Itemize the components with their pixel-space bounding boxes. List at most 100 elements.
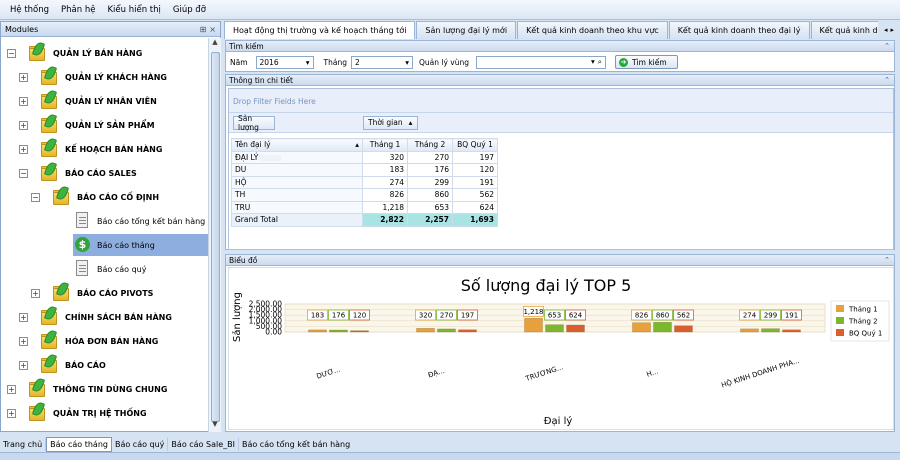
tree-node[interactable]: BÁO CÁO PIVOTS (53, 280, 153, 304)
tab-right-icon[interactable]: ▸ (891, 26, 895, 34)
tree-node[interactable]: BÁO CÁO CỐ ĐỊNH (53, 184, 159, 208)
data-label: 653 (548, 312, 561, 320)
bar (782, 329, 801, 333)
search-button[interactable]: ➜ Tìm kiếm (614, 55, 678, 69)
folder-icon (53, 280, 71, 302)
bar (653, 322, 672, 333)
expand-icon[interactable]: + (19, 361, 28, 370)
collapse-icon[interactable]: ⌃ (884, 256, 894, 264)
expand-icon[interactable]: + (19, 97, 28, 106)
legend-swatch (836, 317, 844, 324)
tab-results-by-region[interactable]: Kết quả kinh doanh theo khu vực (517, 21, 668, 39)
table-row[interactable]: HỘ 274 299 191 (231, 175, 498, 189)
year-select[interactable]: 2016 ▾ (255, 55, 314, 69)
doc-tab-quarterly-report[interactable]: Báo cáo quý (112, 437, 169, 451)
tree-scrollbar[interactable]: ▲ ▼ (208, 38, 221, 432)
doc-tab-sale-bi[interactable]: Báo cáo Sale_BI (168, 437, 239, 451)
data-field-button[interactable]: Sản lượng (233, 114, 275, 132)
tree-node[interactable]: Báo cáo tổng kết bán hàng (73, 210, 205, 232)
search-icon[interactable]: ⌕ (598, 57, 602, 67)
tab-market-activity[interactable]: Hoạt động thị trường và kế hoạch tháng t… (224, 21, 416, 39)
close-icon[interactable]: × (209, 25, 216, 34)
grand-total-label: Grand Total (231, 213, 363, 227)
dropdown-icon[interactable]: ▾ (591, 57, 595, 67)
chart-group: Biểu đồ ⌃ Số lượng đại lý TOP 5 2,500.00… (225, 254, 895, 432)
folder-icon (41, 352, 59, 374)
legend-label: Tháng 2 (848, 318, 878, 326)
folder-icon (41, 160, 59, 182)
menu-help[interactable]: Giúp đỡ (167, 5, 212, 15)
tab-results-by-agent[interactable]: Kết quả kinh doanh theo đại lý (668, 21, 810, 39)
agent-name: TH (235, 190, 246, 200)
data-label: 299 (764, 312, 777, 320)
table-row[interactable]: TRU 1,218 653 624 (231, 200, 498, 214)
expand-icon[interactable]: + (7, 409, 16, 418)
bar (761, 328, 780, 333)
tree-node[interactable]: $ Báo cáo tháng (73, 234, 208, 256)
region-select[interactable]: ▾ ⌕ (475, 55, 606, 69)
tree-node[interactable]: QUẢN LÝ KHÁCH HÀNG (41, 64, 167, 88)
menu-view-style[interactable]: Kiểu hiển thị (101, 5, 166, 15)
expand-icon[interactable]: + (19, 121, 28, 130)
scroll-up-icon[interactable]: ▲ (209, 38, 221, 50)
folder-icon (41, 64, 59, 86)
x-axis-title: Đại lý (544, 415, 573, 427)
bar (329, 329, 348, 333)
tree-node[interactable]: QUẢN LÝ SẢN PHẨM (41, 112, 155, 136)
menu-bar: Hệ thống Phân hệ Kiểu hiển thị Giúp đỡ (0, 0, 900, 20)
expand-icon[interactable]: + (7, 385, 16, 394)
tree-node[interactable]: KẾ HOẠCH BÁN HÀNG (41, 136, 163, 160)
collapse-icon[interactable]: − (7, 49, 16, 58)
table-row[interactable]: ĐẠI LÝ 320 270 197 (231, 150, 498, 164)
bar (308, 329, 327, 333)
table-row[interactable]: TH 826 860 562 (231, 188, 498, 202)
menu-module[interactable]: Phân hệ (55, 5, 101, 15)
expand-icon[interactable]: + (19, 145, 28, 154)
legend-swatch (836, 305, 844, 312)
pin-icon[interactable]: ⊞ (200, 25, 207, 34)
tree-node[interactable]: THÔNG TIN DÙNG CHUNG (29, 376, 167, 400)
total-value: 2,822 (362, 213, 408, 227)
collapse-icon[interactable]: − (19, 169, 28, 178)
tree-node[interactable]: QUẢN TRỊ HỆ THỐNG (29, 400, 147, 424)
scroll-down-icon[interactable]: ▼ (209, 420, 221, 432)
cell-value: 183 (362, 163, 408, 177)
bar (350, 330, 369, 333)
column-field-button[interactable]: Thời gian ▴ (363, 115, 418, 130)
month-select[interactable]: 2 ▾ (350, 55, 413, 69)
tree-node[interactable]: HÓA ĐƠN BÁN HÀNG (41, 328, 158, 352)
doc-tab-home[interactable]: Trang chủ (0, 437, 47, 451)
data-label: 183 (311, 312, 324, 320)
expand-icon[interactable]: + (19, 313, 28, 322)
scrollbar-thumb[interactable] (211, 52, 220, 422)
tree-node-label: KẾ HOẠCH BÁN HÀNG (65, 144, 163, 154)
collapse-icon[interactable]: − (31, 193, 40, 202)
expand-icon[interactable]: + (31, 289, 40, 298)
doc-tab-sales-summary[interactable]: Báo cáo tổng kết bán hàng (239, 438, 353, 451)
column-header: Tháng 1 (362, 138, 408, 152)
region-label: Quản lý vùng (418, 57, 469, 67)
collapse-icon[interactable]: ⌃ (884, 76, 894, 84)
menu-system[interactable]: Hệ thống (4, 5, 55, 15)
filter-drop-area[interactable]: Drop Filter Fields Here (229, 89, 893, 113)
tree-node[interactable]: BÁO CÁO (41, 352, 106, 376)
tree-node-label: QUẢN LÝ SẢN PHẨM (65, 120, 155, 130)
tab-left-icon[interactable]: ◂ (884, 26, 888, 34)
status-bar (0, 452, 900, 460)
tab-new-agent-output[interactable]: Sản lượng đại lý mới (416, 21, 517, 39)
cell-value: 176 (407, 163, 453, 177)
tree-node-label: Báo cáo tổng kết bán hàng (97, 216, 206, 226)
tree-node[interactable]: CHÍNH SÁCH BÁN HÀNG (41, 304, 172, 328)
chevron-down-icon: ▾ (405, 57, 409, 67)
tree-node[interactable]: QUẢN LÝ NHÂN VIÊN (41, 88, 157, 112)
expand-icon[interactable]: + (19, 337, 28, 346)
tree-node[interactable]: QUẢN LÝ BÁN HÀNG (29, 40, 142, 64)
doc-tab-monthly-report[interactable]: Báo cáo tháng (46, 436, 112, 452)
folder-icon (29, 40, 47, 62)
tree-node[interactable]: Báo cáo quý (73, 258, 146, 280)
table-row[interactable]: DU 183 176 120 (231, 163, 498, 177)
tree-node[interactable]: BÁO CÁO SALES (41, 160, 137, 184)
collapse-icon[interactable]: ⌃ (884, 42, 894, 50)
row-field-button[interactable]: Tên đại lý ▴ (231, 138, 363, 152)
expand-icon[interactable]: + (19, 73, 28, 82)
